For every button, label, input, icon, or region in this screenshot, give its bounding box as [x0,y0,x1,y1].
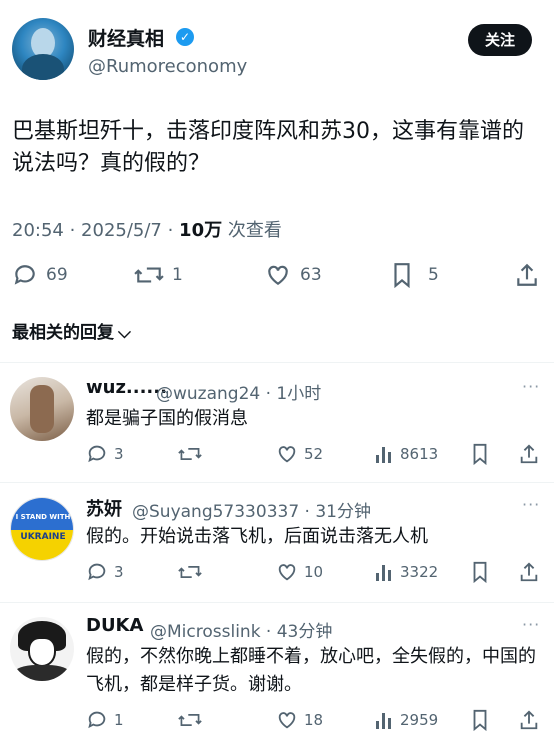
reply-count: 69 [46,265,68,285]
heart-icon [278,712,296,729]
bookmark-action[interactable] [470,443,490,465]
repost-icon [178,448,202,460]
share-icon [517,263,537,286]
like-count: 10 [304,563,324,581]
like-action[interactable]: 18 [276,709,323,731]
reply-item[interactable]: DUKA @Microsslink · 43分钟 ··· 假的，不然你晚上都睡不… [0,603,554,746]
share-action[interactable] [518,443,540,465]
bookmark-icon [473,561,487,583]
reply-count: 3 [114,445,124,463]
heart-icon [278,564,296,581]
views-count: 8613 [400,445,439,463]
verified-badge-icon: ✓ [176,28,194,46]
reply-action[interactable]: 69 [12,262,68,288]
avatar[interactable] [10,617,74,681]
chevron-down-icon: ⌵ [118,323,131,343]
reply-action[interactable]: 3 [86,443,124,465]
bookmark-action[interactable] [470,561,490,583]
reply-count: 3 [114,563,124,581]
avatar[interactable] [10,377,74,441]
author-handle[interactable]: @Rumoreconomy [88,56,247,77]
main-post: 财经真相 ✓ @Rumoreconomy 关注 巴基斯坦歼十，击落印度阵风和苏3… [0,0,554,362]
share-action[interactable] [518,709,540,731]
reply-text: 假的，不然你晚上都睡不着，放心吧，全失假的，中国的飞机，都是样子货。谢谢。 [86,646,536,695]
views-action[interactable]: 2959 [374,709,438,731]
post-time[interactable]: 20:54 · 2025/5/7 · [12,220,179,241]
views-action[interactable]: 8613 [374,443,438,465]
views-count: 2959 [400,711,439,729]
heart-icon [268,265,288,285]
share-action[interactable] [514,262,540,288]
avatar-text: UKRAINE [20,532,66,542]
post-views-label: 次查看 [222,220,282,241]
reply-icon [88,563,106,581]
repost-icon [178,714,202,726]
repost-action[interactable] [178,443,202,465]
avatar-text: I STAND WITH [15,513,71,521]
reply-item[interactable]: I STAND WITH UKRAINE 苏妍 @Suyang57330337 … [0,483,554,601]
repost-icon [178,566,202,578]
reply-text: 假的。开始说击落飞机，后面说击落无人机 [86,526,428,547]
post-meta: 20:54 · 2025/5/7 · 10万 次查看 [12,216,282,242]
repost-count: 1 [172,265,183,285]
views-action[interactable]: 3322 [374,561,438,583]
bookmark-icon [394,263,410,288]
reply-action[interactable]: 1 [86,709,124,731]
repost-action[interactable] [178,561,202,583]
reply-handle-time: @wuzang24 · 1小时 [156,384,322,404]
bookmark-icon [473,443,487,465]
reply-item[interactable]: wuz...... @wuzang24 · 1小时 ··· 都是骗子国的假消息 … [0,363,554,481]
bookmark-icon [473,709,487,731]
reply-text: 都是骗子国的假消息 [86,408,248,429]
share-action[interactable] [518,561,540,583]
views-count: 3322 [400,563,439,581]
analytics-icon [376,447,391,463]
share-icon [520,710,538,730]
author-name[interactable]: 财经真相 [88,24,164,51]
author-avatar[interactable] [12,18,74,80]
reply-author-name[interactable]: DUKA [86,615,143,636]
share-icon [520,562,538,582]
reply-handle-time: @Suyang57330337 · 31分钟 [132,502,371,522]
bookmark-action[interactable]: 5 [390,262,439,288]
more-options-icon[interactable]: ··· [522,495,540,514]
reply-action[interactable]: 3 [86,561,124,583]
analytics-icon [376,565,391,581]
post-text: 巴基斯坦歼十，击落印度阵风和苏30，这事有靠谱的说法吗？真的假的？ [12,119,524,176]
reply-count: 1 [114,711,124,729]
heart-icon [278,446,296,463]
repost-action[interactable]: 1 [134,262,183,288]
like-action[interactable]: 63 [264,262,322,288]
like-action[interactable]: 10 [276,561,323,583]
repost-action[interactable] [178,709,202,731]
avatar[interactable]: I STAND WITH UKRAINE [10,497,74,561]
analytics-icon [376,713,391,729]
reply-icon [14,265,35,285]
reply-icon [88,445,106,463]
reply-icon [88,711,106,729]
like-action[interactable]: 52 [276,443,323,465]
repost-icon [134,267,164,283]
like-count: 63 [300,265,322,285]
reply-handle-time: @Microsslink · 43分钟 [150,622,333,642]
more-options-icon[interactable]: ··· [522,377,540,396]
reply-author-name[interactable]: wuz...... [86,377,167,398]
reply-author-name[interactable]: 苏妍 [86,495,122,521]
like-count: 18 [304,711,324,729]
like-count: 52 [304,445,324,463]
bookmark-action[interactable] [470,709,490,731]
post-views-count: 10万 [179,220,223,241]
bookmark-count: 5 [428,265,439,285]
follow-button[interactable]: 关注 [468,24,532,56]
more-options-icon[interactable]: ··· [522,615,540,634]
sort-label: 最相关的回复 [12,323,114,343]
sort-replies-toggle[interactable]: 最相关的回复 ⌵ [12,318,131,343]
share-icon [520,444,538,464]
